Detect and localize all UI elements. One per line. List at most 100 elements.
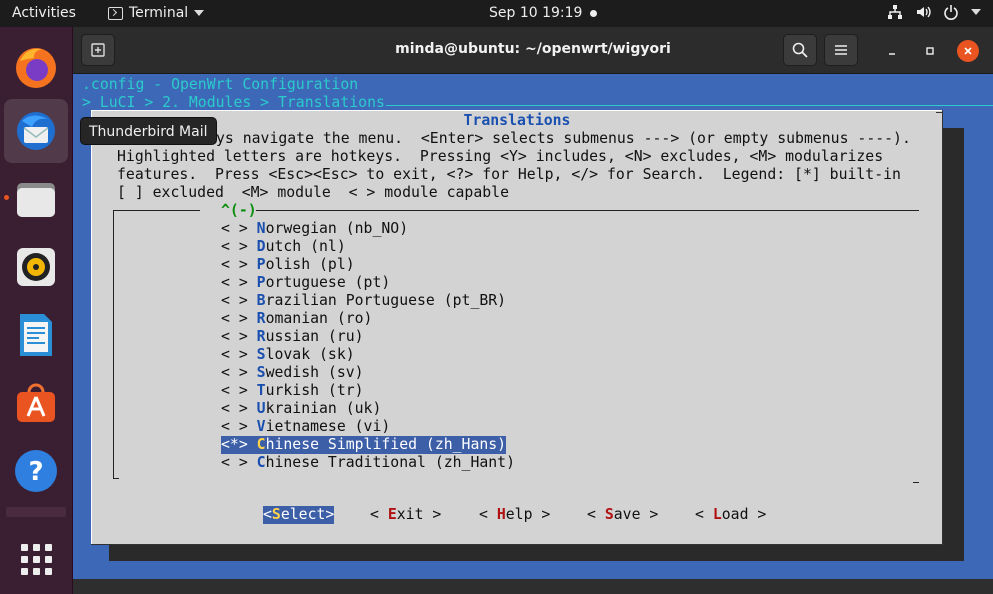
dialog-shadow: [109, 545, 964, 561]
dialog-shadow: [943, 128, 964, 561]
item-hotkey: R: [256, 328, 266, 345]
help-icon[interactable]: ?: [4, 439, 68, 503]
clock[interactable]: Sep 10 19:19: [489, 5, 582, 21]
menu-item[interactable]: <*> Chinese Simplified (zh_Hans): [221, 436, 507, 454]
shopping-bag-icon: [17, 383, 55, 422]
menu-item[interactable]: < > Russian (ru): [221, 328, 364, 346]
maximize-button[interactable]: [919, 40, 941, 62]
volume-icon: [917, 6, 931, 18]
item-checkbox: < >: [221, 454, 257, 471]
app-menu-label: Terminal: [129, 5, 189, 21]
menu-item[interactable]: < > Brazilian Portuguese (pt_BR): [221, 292, 506, 310]
firefox-icon[interactable]: [4, 35, 68, 99]
minimize-icon: [889, 53, 895, 55]
dialog-button[interactable]: <Select>: [263, 506, 335, 524]
button-hotkey: H: [496, 506, 506, 523]
button-bar: <Select> < Exit > < Help > < Save > < Load >: [91, 506, 943, 524]
dialog-title: Translations: [463, 112, 571, 129]
scroll-up-indicator: ^(-): [221, 202, 257, 219]
item-label: hinese Traditional (zh_Hant): [265, 454, 515, 471]
menu-item[interactable]: < > Slovak (sk): [221, 346, 355, 364]
menu-item[interactable]: < > Norwegian (nb_NO): [221, 220, 408, 238]
show-apps-icon[interactable]: [4, 527, 68, 591]
files-icon[interactable]: [4, 167, 68, 231]
search-icon: [792, 42, 808, 58]
button-label: <: [695, 506, 713, 523]
help-line: Highlighted letters are hotkeys. Pressin…: [117, 148, 884, 165]
menu-item[interactable]: < > Swedish (sv): [221, 364, 364, 382]
item-hotkey: B: [256, 292, 266, 309]
button-label: oad >: [721, 506, 767, 523]
activities-button[interactable]: Activities: [12, 5, 76, 21]
item-checkbox: < >: [221, 382, 257, 399]
thunderbird-logo: [17, 112, 55, 150]
minimize-button[interactable]: [881, 40, 903, 62]
item-checkbox: < >: [221, 274, 257, 291]
button-label: elect>: [280, 506, 335, 523]
item-checkbox: < >: [221, 328, 257, 345]
menu-item[interactable]: < > Ukrainian (uk): [221, 400, 381, 418]
item-hotkey: S: [256, 346, 266, 363]
button-label: ave >: [613, 506, 659, 523]
dock: ?: [0, 27, 72, 594]
speaker-icon: [17, 248, 55, 286]
button-label: <: [479, 506, 497, 523]
item-hotkey: S: [256, 364, 266, 381]
libreoffice-writer-icon[interactable]: [4, 303, 68, 367]
dialog-button[interactable]: < Help >: [479, 506, 550, 524]
menu-item[interactable]: < > Vietnamese (vi): [221, 418, 390, 436]
folder-icon: [17, 183, 55, 217]
item-label: wedish (sv): [265, 364, 364, 381]
grid-icon: [20, 543, 52, 575]
thunderbird-icon[interactable]: [4, 99, 68, 163]
button-hotkey: S: [271, 506, 281, 523]
button-label: xit >: [396, 506, 442, 523]
item-label: lovak (sk): [265, 346, 355, 363]
help-line: features. Press <Esc><Esc> to exit, <?> …: [117, 166, 901, 183]
item-hotkey: D: [256, 238, 266, 255]
dialog-button[interactable]: < Exit >: [370, 506, 441, 524]
item-hotkey: N: [256, 220, 266, 237]
software-icon[interactable]: [4, 371, 68, 435]
item-label: hinese Simplified (zh_Hans): [265, 436, 507, 453]
dock-tooltip: Thunderbird Mail: [80, 117, 217, 145]
item-checkbox: < >: [221, 400, 257, 417]
dock-separator: [6, 507, 66, 517]
item-label: omanian (ro): [265, 310, 373, 327]
menu-list[interactable]: ^(-) < > Norwegian (nb_NO) < > Dutch (nl)…: [113, 202, 919, 483]
item-checkbox: < >: [221, 220, 257, 237]
title-bar[interactable]: minda@ubuntu: ~/openwrt/wigyori: [73, 27, 993, 74]
item-label: krainian (uk): [265, 400, 382, 417]
top-bar: Activities Terminal Sep 10 19:19: [0, 0, 993, 27]
button-label: <: [370, 506, 388, 523]
hamburger-icon: [835, 45, 847, 55]
button-hotkey: S: [604, 506, 614, 523]
item-label: ussian (ru): [265, 328, 364, 345]
button-label: elp >: [505, 506, 551, 523]
menu-button[interactable]: [824, 34, 858, 66]
button-label: <: [587, 506, 605, 523]
dialog-button[interactable]: < Save >: [587, 506, 658, 524]
menu-item[interactable]: < > Chinese Traditional (zh_Hant): [221, 454, 515, 472]
close-button[interactable]: [957, 40, 979, 62]
item-checkbox: <*>: [221, 436, 257, 453]
menu-item[interactable]: < > Dutch (nl): [221, 238, 346, 256]
search-button[interactable]: [783, 34, 817, 66]
terminal-content[interactable]: .config - OpenWrt Configuration > LuCI >…: [73, 74, 993, 579]
menu-item[interactable]: < > Portuguese (pt): [221, 274, 390, 292]
button-label: <: [263, 506, 272, 523]
menu-item[interactable]: < > Romanian (ro): [221, 310, 372, 328]
item-label: ietnamese (vi): [265, 418, 391, 435]
system-menu[interactable]: [887, 4, 981, 20]
rhythmbox-icon[interactable]: [4, 235, 68, 299]
dialog-button[interactable]: < Load >: [695, 506, 766, 524]
item-checkbox: < >: [221, 346, 257, 363]
notification-dot-icon: [590, 10, 597, 17]
close-icon: [964, 47, 972, 55]
menu-item[interactable]: < > Polish (pl): [221, 256, 355, 274]
header-rule: [386, 105, 993, 106]
help-line: [ ] excluded <M> module < > module capab…: [117, 184, 509, 201]
terminal-window: minda@ubuntu: ~/openwrt/wigyori .config …: [73, 27, 993, 594]
menu-item[interactable]: < > Turkish (tr): [221, 382, 364, 400]
app-menu[interactable]: Terminal: [108, 5, 205, 21]
